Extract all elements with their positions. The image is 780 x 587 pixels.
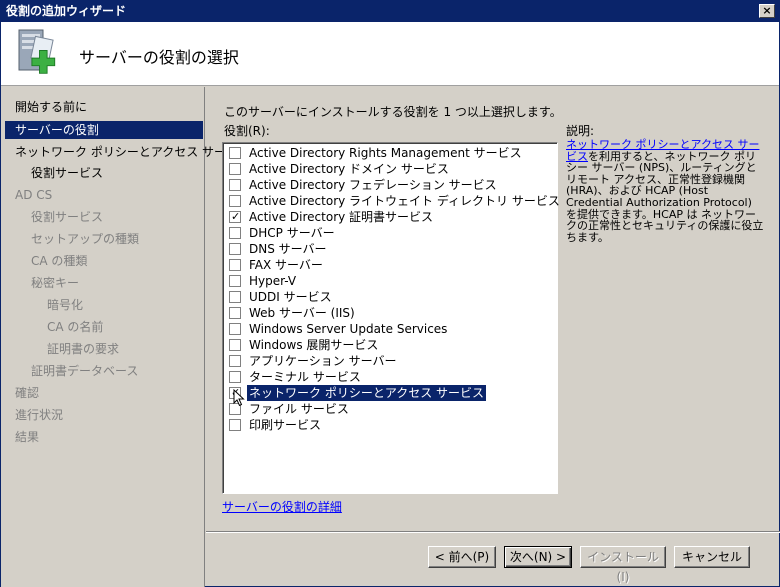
role-label: Windows 展開サービス [249,338,379,352]
server-add-icon [18,29,56,74]
role-description: ネットワーク ポリシーとアクセス サービスを利用すると、ネットワーク ポリシー … [566,139,764,243]
cancel-button[interactable]: キャンセル [674,546,750,568]
role-label: DNS サーバー [249,242,327,256]
wizard-window: 役割の追加ウィザード × サーバーの役割の選択 開始する前に サーバーの役割 ネ… [0,0,780,587]
description-label: 説明: [566,124,595,138]
role-checkbox[interactable] [229,355,241,367]
window-title: 役割の追加ウィザード [6,4,127,18]
sidebar-item-certificate-request: 証明書の要求 [47,342,120,356]
sidebar-item-adcs-role-services: 役割サービス [31,210,104,224]
sidebar-item-ad-cs: AD CS [15,188,53,202]
back-button[interactable]: < 前へ(P) [428,546,496,568]
role-checkbox[interactable] [229,243,241,255]
role-checkbox[interactable] [229,419,241,431]
roles-list[interactable]: Active Directory Rights Management サービス … [222,142,560,494]
page-title: サーバーの役割の選択 [79,48,239,67]
server-roles-detail-link[interactable]: サーバーの役割の詳細 [222,498,342,515]
sidebar-item-server-roles[interactable]: サーバーの役割 [5,121,203,139]
role-label: アプリケーション サーバー [249,354,397,368]
mouse-pointer-icon [233,389,245,407]
button-separator [206,531,780,533]
role-checkbox[interactable] [229,147,241,159]
role-label: ファイル サービス [249,402,349,416]
sidebar-item-setup-type: セットアップの種類 [31,232,140,246]
sidebar-item-results: 結果 [15,430,40,444]
role-checkbox[interactable] [229,339,241,351]
sidebar-item-ca-name: CA の名前 [47,320,104,334]
sidebar-item-role-services[interactable]: 役割サービス [31,164,103,182]
role-checkbox[interactable] [229,291,241,303]
role-label: Hyper-V [249,274,297,288]
role-label: Active Directory 証明書サービス [249,210,434,224]
role-label: Active Directory ライトウェイト ディレクトリ サービス [249,194,560,208]
sidebar-item-private-key: 秘密キー [31,276,80,290]
instruction-text: このサーバーにインストールする役割を 1 つ以上選択します。 [224,105,562,119]
role-label: Windows Server Update Services [249,322,448,336]
sidebar-item-ca-type: CA の種類 [31,254,88,268]
role-checkbox[interactable] [229,179,241,191]
role-label: UDDI サービス [249,290,332,304]
role-label: FAX サーバー [249,258,323,272]
role-checkbox[interactable] [229,259,241,271]
install-button[interactable]: インストール(I) [580,546,666,584]
role-checkbox[interactable] [229,163,241,175]
role-label: ターミナル サービス [249,370,361,384]
wizard-header: サーバーの役割の選択 [1,22,779,86]
next-button[interactable]: 次へ(N) > [504,546,572,568]
role-label: ネットワーク ポリシーとアクセス サービス [245,384,488,402]
sidebar-item-certificate-database: 証明書データベース [31,364,139,378]
title-bar: 役割の追加ウィザード × [1,1,779,22]
role-checkbox[interactable] [229,307,241,319]
role-checkbox[interactable] [229,275,241,287]
role-label: DHCP サーバー [249,226,335,240]
sidebar-item-cryptography: 暗号化 [47,298,84,312]
role-label: 印刷サービス [249,418,322,432]
role-checkbox-checked[interactable] [229,209,241,225]
role-label: Web サーバー (IIS) [249,306,355,320]
role-checkbox[interactable] [229,371,241,383]
sidebar-item-before-you-begin[interactable]: 開始する前に [15,98,87,116]
role-label: Active Directory Rights Management サービス [249,146,522,160]
roles-label: 役割(R): [224,124,270,138]
role-checkbox[interactable] [229,195,241,207]
role-label: Active Directory ドメイン サービス [249,162,449,176]
description-text: を利用すると、ネットワーク ポリシー サーバー (NPS)、ルーティングとリモー… [566,149,764,244]
role-label: Active Directory フェデレーション サービス [249,178,497,192]
sidebar-item-confirmation: 確認 [15,386,40,400]
sidebar-item-progress: 進行状況 [15,408,64,422]
wizard-steps-sidebar: 開始する前に サーバーの役割 ネットワーク ポリシーとアクセス サービ... 役… [1,87,249,587]
role-checkbox[interactable] [229,323,241,335]
main-content: このサーバーにインストールする役割を 1 つ以上選択します。 役割(R): Ac… [206,87,780,587]
close-button[interactable]: × [759,4,775,18]
role-checkbox[interactable] [229,227,241,239]
